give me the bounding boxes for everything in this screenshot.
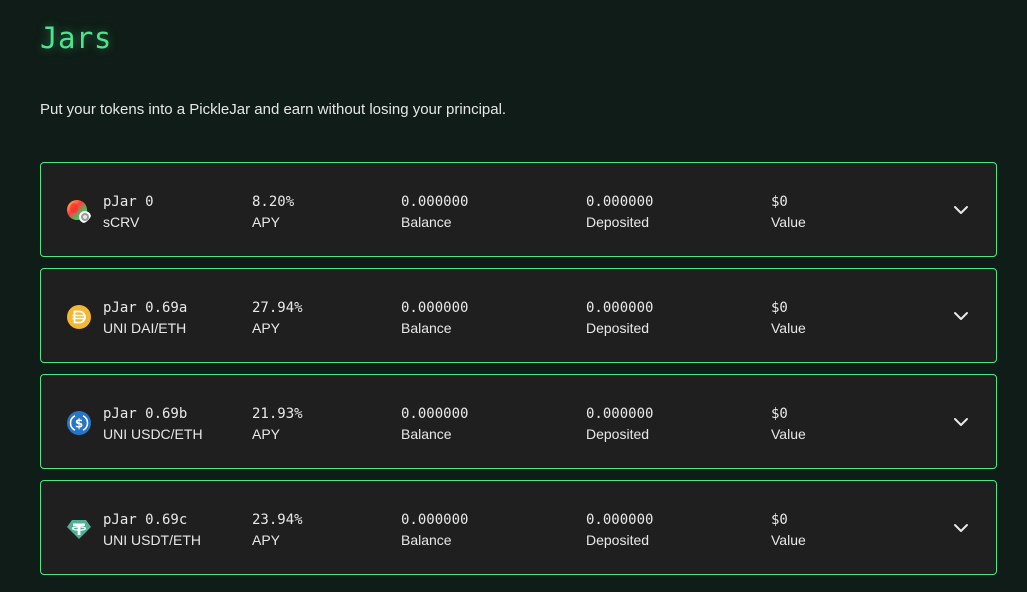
jar-card-dai-eth[interactable]: pJar 0.69a UNI DAI/ETH 27.94% APY 0.0000… — [40, 268, 997, 363]
jar-balance-label: Balance — [401, 426, 452, 442]
chevron-down-icon[interactable] — [950, 305, 972, 327]
jar-value-amount: $0 — [771, 512, 788, 528]
jar-balance-label: Balance — [401, 532, 452, 548]
jar-deposited-label: Deposited — [586, 214, 650, 230]
jar-balance-value: 0.000000 — [401, 406, 469, 422]
jar-card-usdt-eth[interactable]: pJar 0.69c UNI USDT/ETH 23.94% APY 0.000… — [40, 480, 997, 575]
jar-value-label: Value — [771, 426, 806, 442]
usdc-token-icon: $ — [67, 411, 91, 435]
jar-value-amount: $0 — [771, 194, 788, 210]
chevron-down-icon[interactable] — [950, 517, 972, 539]
jar-pair: UNI USDT/ETH — [103, 532, 201, 548]
jar-name: pJar 0.69a — [103, 300, 188, 316]
jar-balance-label: Balance — [401, 320, 452, 336]
scrv-token-icon — [67, 200, 91, 223]
jar-balance-label: Balance — [401, 214, 452, 230]
jar-list: pJar 0 sCRV 8.20% APY 0.000000 Balance 0… — [40, 162, 997, 586]
jar-apy-value: 21.93% — [252, 406, 303, 422]
jar-card-usdc-eth[interactable]: $ pJar 0.69b UNI USDC/ETH 21.93% APY 0.0… — [40, 374, 997, 469]
jar-name: pJar 0.69c — [103, 512, 188, 528]
jar-apy-label: APY — [252, 214, 281, 230]
jar-pair: sCRV — [103, 214, 140, 230]
jar-apy-value: 23.94% — [252, 512, 303, 528]
jar-value-amount: $0 — [771, 406, 788, 422]
jar-pair: UNI DAI/ETH — [103, 320, 187, 336]
jar-value-amount: $0 — [771, 300, 788, 316]
jar-value-label: Value — [771, 320, 806, 336]
jar-deposited-value: 0.000000 — [586, 194, 654, 210]
jar-apy-label: APY — [252, 426, 281, 442]
usdt-token-icon — [67, 520, 91, 539]
jar-apy-value: 8.20% — [252, 194, 295, 210]
jar-deposited-value: 0.000000 — [586, 512, 654, 528]
jar-deposited-value: 0.000000 — [586, 300, 654, 316]
jar-balance-value: 0.000000 — [401, 194, 469, 210]
page-subtitle: Put your tokens into a PickleJar and ear… — [40, 101, 507, 118]
jar-name: pJar 0 — [103, 194, 154, 210]
page-title: Jars — [40, 21, 112, 55]
dai-token-icon — [67, 305, 91, 329]
jar-deposited-label: Deposited — [586, 426, 650, 442]
jar-deposited-label: Deposited — [586, 320, 650, 336]
svg-text:$: $ — [75, 417, 83, 431]
jar-value-label: Value — [771, 532, 806, 548]
jar-value-label: Value — [771, 214, 806, 230]
jar-balance-value: 0.000000 — [401, 512, 469, 528]
jar-apy-value: 27.94% — [252, 300, 303, 316]
chevron-down-icon[interactable] — [950, 411, 972, 433]
jar-pair: UNI USDC/ETH — [103, 426, 203, 442]
jar-apy-label: APY — [252, 532, 281, 548]
jar-balance-value: 0.000000 — [401, 300, 469, 316]
jar-card-scrv[interactable]: pJar 0 sCRV 8.20% APY 0.000000 Balance 0… — [40, 162, 997, 257]
jar-apy-label: APY — [252, 320, 281, 336]
jar-name: pJar 0.69b — [103, 406, 188, 422]
chevron-down-icon[interactable] — [950, 199, 972, 221]
jar-deposited-value: 0.000000 — [586, 406, 654, 422]
jar-deposited-label: Deposited — [586, 532, 650, 548]
